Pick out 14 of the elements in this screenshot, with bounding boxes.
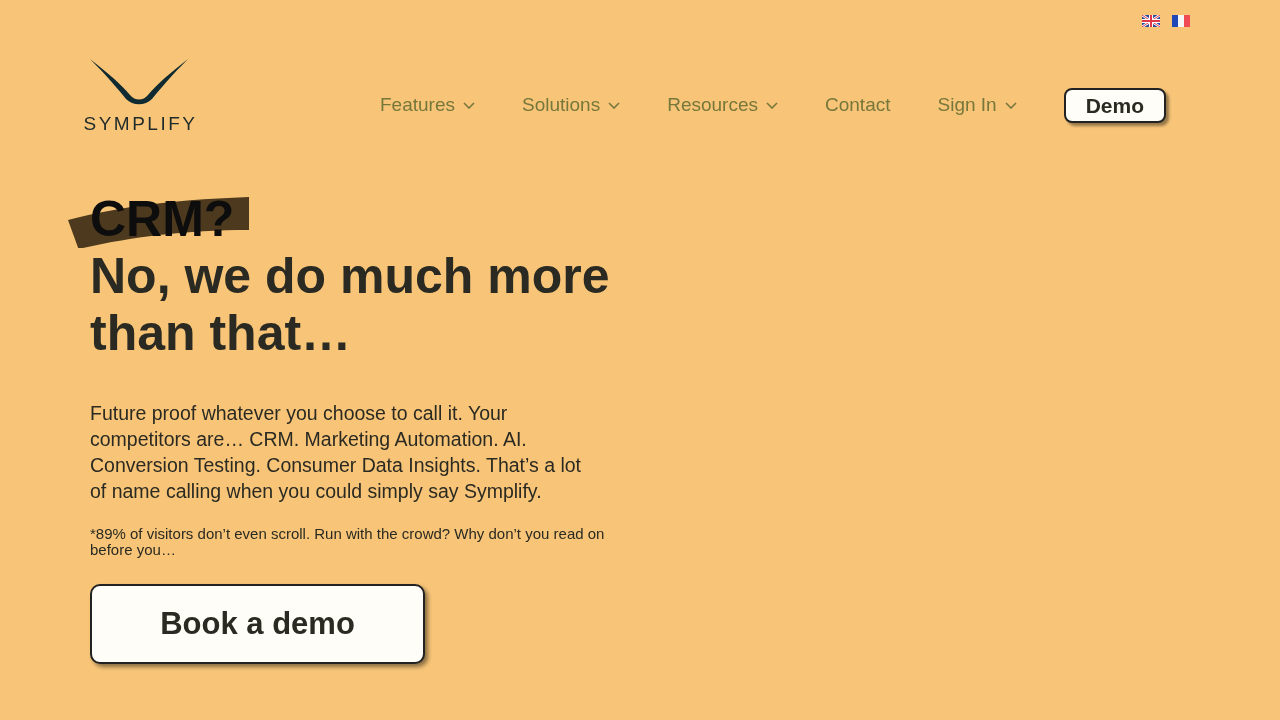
v-logo-icon [90, 58, 188, 105]
nav-link[interactable]: Resources [667, 94, 778, 116]
body-text: Future proof whatever you choose to call it. Your competitors are… CRM. Marketing Automation. AI. Conversion Testing. Consumer Data Insights. That’s a lot of name calling when you could simply say Symplify. [90, 401, 582, 504]
nav-link[interactable]: Contact [825, 94, 891, 116]
nav-link[interactable]: Solutions [522, 94, 621, 116]
headline: No, we do much more than that… [90, 248, 611, 362]
book-demo-button[interactable]: Book a demo [90, 584, 425, 664]
nav-link[interactable]: Features [380, 94, 475, 116]
uk-flag-icon[interactable] [1142, 15, 1160, 27]
nav-link[interactable]: Sign In [937, 94, 1017, 116]
france-flag-icon[interactable] [1172, 15, 1190, 27]
footnote: *89% of visitors don’t even scroll. Run with the crowd? Why don’t you read on before you… [90, 526, 606, 558]
demo-button[interactable]: Demo [1063, 87, 1166, 123]
logo-wordmark: SYMPLIFY [82, 113, 198, 134]
